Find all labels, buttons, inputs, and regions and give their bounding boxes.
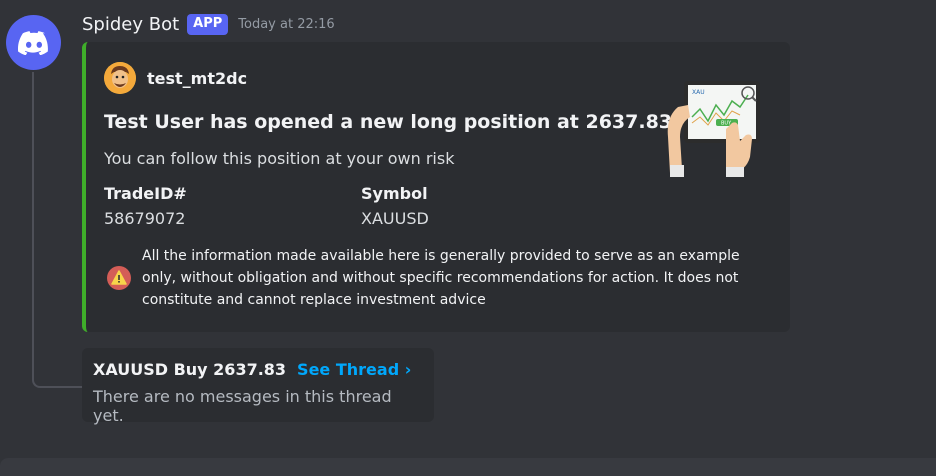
thread-preview[interactable]: XAUUSD Buy 2637.83 See Thread › There ar… [82, 348, 434, 425]
field-symbol: Symbol XAUUSD [361, 184, 429, 228]
field-name: TradeID# [104, 184, 187, 203]
tablet-trading-chart-icon[interactable]: XAU BUY [666, 77, 766, 177]
warning-icon [107, 266, 131, 290]
cartoon-face-icon [104, 62, 136, 94]
thread-connector-line [32, 72, 84, 388]
field-value: 58679072 [104, 209, 186, 228]
embed-author-name[interactable]: test_mt2dc [147, 69, 247, 88]
thread-empty-text: There are no messages in this thread yet… [93, 387, 392, 425]
message-input-bar[interactable] [0, 458, 936, 476]
embed-description: You can follow this position at your own… [104, 149, 455, 168]
thumbnail-label: XAU [692, 89, 705, 96]
embed-author: test_mt2dc [104, 62, 247, 94]
field-value: XAUUSD [361, 209, 429, 228]
message-header: Spidey Bot APP Today at 22:16 [82, 10, 335, 38]
see-thread-link[interactable]: See Thread › [297, 360, 411, 379]
embed-card: test_mt2dc Test User has opened a new lo… [82, 42, 790, 332]
thread-title-row: XAUUSD Buy 2637.83 See Thread › [93, 360, 423, 379]
thread-name[interactable]: XAUUSD Buy 2637.83 [93, 360, 286, 379]
bot-name[interactable]: Spidey Bot [82, 14, 179, 35]
embed-title: Test User has opened a new long position… [104, 111, 673, 133]
discord-logo-icon [17, 30, 48, 55]
message-timestamp[interactable]: Today at 22:16 [238, 17, 334, 32]
bot-avatar[interactable] [6, 15, 61, 70]
author-avatar [104, 62, 136, 94]
disclaimer-text: All the information made available here … [142, 248, 740, 308]
app-badge: APP [187, 13, 229, 35]
field-trade-id: TradeID# 58679072 [104, 184, 187, 228]
field-name: Symbol [361, 184, 428, 203]
